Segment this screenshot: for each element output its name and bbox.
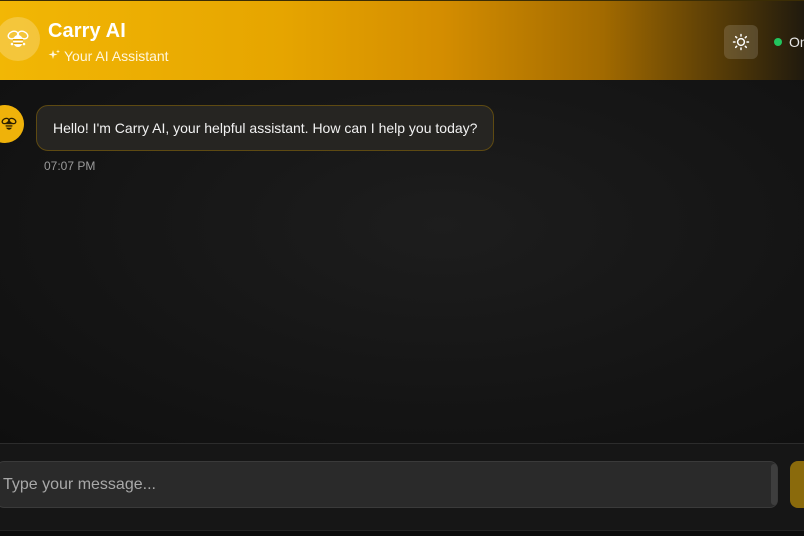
- app-title: Carry AI: [48, 20, 126, 42]
- bee-icon: [0, 17, 40, 61]
- message-input[interactable]: [0, 461, 778, 508]
- chat-app: Carry AI Your AI Assistant On Hello! I'm…: [0, 0, 804, 536]
- app-subtitle: Your AI Assistant: [48, 48, 169, 64]
- sun-icon: [732, 33, 750, 51]
- bot-message-bubble: Hello! I'm Carry AI, your helpful assist…: [36, 105, 495, 151]
- bot-avatar: [0, 105, 24, 143]
- bee-icon: [1, 117, 17, 130]
- app-subtitle-text: Your AI Assistant: [64, 48, 169, 64]
- connection-status: Online: [774, 34, 804, 50]
- theme-toggle-button[interactable]: [724, 25, 758, 59]
- message-list[interactable]: Hello! I'm Carry AI, your helpful assist…: [0, 80, 804, 443]
- send-button[interactable]: [790, 461, 804, 508]
- sparkle-icon: [48, 48, 60, 64]
- message-timestamp: 07:07 PM: [44, 159, 96, 173]
- input-resize-handle[interactable]: [771, 464, 777, 505]
- status-dot: [774, 38, 782, 46]
- composer: [0, 443, 804, 536]
- status-text: Online: [789, 34, 804, 50]
- bottom-strip: [0, 530, 804, 536]
- chat-header: Carry AI Your AI Assistant On: [0, 0, 804, 80]
